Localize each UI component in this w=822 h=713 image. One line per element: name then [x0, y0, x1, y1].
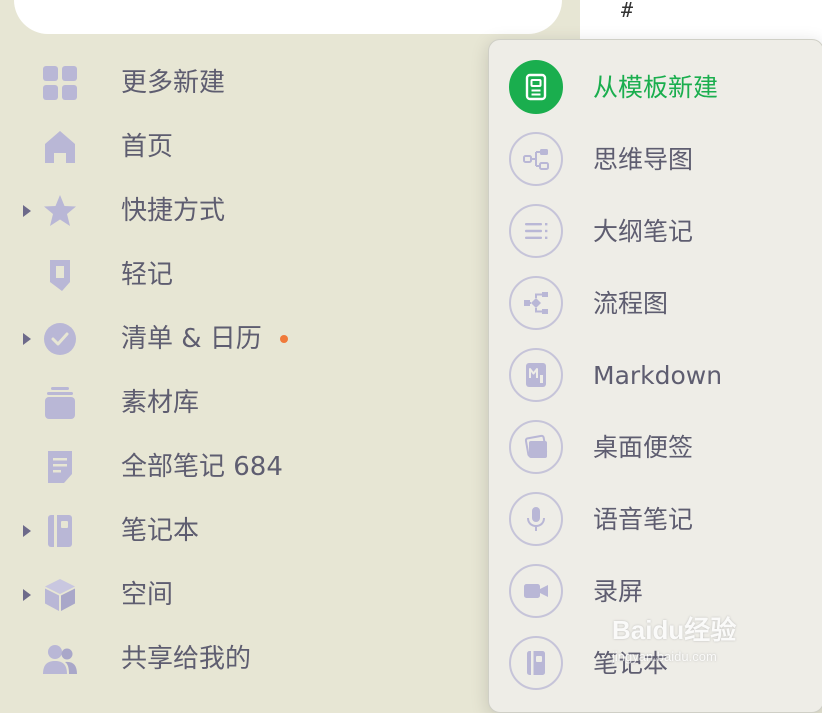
menu-item-label: 流程图	[593, 289, 669, 318]
menu-item-label: 桌面便签	[593, 433, 694, 462]
sidebar-item-label: 更多新建	[121, 68, 226, 98]
sidebar-item-label: 素材库	[121, 388, 200, 418]
sidebar-item-label: 全部笔记 684	[121, 452, 283, 482]
quick-note-icon	[42, 258, 78, 292]
video-camera-icon	[509, 564, 563, 618]
menu-item-desktop-sticky[interactable]: 桌面便签	[489, 412, 822, 484]
sidebar-item-label: 轻记	[121, 260, 174, 290]
sidebar-item-notebooks[interactable]: 笔记本	[0, 499, 480, 563]
sidebar-item-shortcuts[interactable]: 快捷方式	[0, 179, 480, 243]
cube-icon	[42, 578, 78, 612]
check-circle-icon	[42, 322, 78, 356]
people-icon	[42, 642, 78, 676]
sidebar-item-todo-calendar[interactable]: 清单 & 日历	[0, 307, 480, 371]
menu-item-label: 大纲笔记	[593, 217, 694, 246]
menu-item-label: 录屏	[593, 577, 644, 606]
sidebar-item-label: 笔记本	[121, 516, 200, 546]
sidebar-item-more-new[interactable]: 更多新建	[0, 51, 480, 115]
menu-item-label: 从模板新建	[593, 73, 719, 102]
star-icon	[42, 194, 78, 228]
menu-item-markdown[interactable]: Markdown	[489, 340, 822, 412]
sticky-note-icon	[509, 420, 563, 474]
notification-dot	[280, 335, 288, 343]
flowchart-icon	[509, 276, 563, 330]
menu-item-voice-note[interactable]: 语音笔记	[489, 484, 822, 556]
top-card	[14, 0, 562, 34]
sidebar-item-label: 首页	[121, 132, 174, 162]
sidebar-item-spaces[interactable]: 空间	[0, 563, 480, 627]
sidebar-item-shared-with-me[interactable]: 共享给我的	[0, 627, 480, 691]
sidebar-item-label: 清单 & 日历	[121, 324, 262, 354]
menu-item-label: 语音笔记	[593, 505, 694, 534]
menu-item-mindmap[interactable]: 思维导图	[489, 124, 822, 196]
expand-caret-icon[interactable]	[23, 205, 31, 217]
note-doc-icon	[42, 450, 78, 484]
hash-symbol: #	[621, 0, 634, 22]
sidebar-item-label: 空间	[121, 580, 174, 610]
microphone-icon	[509, 492, 563, 546]
expand-caret-icon[interactable]	[23, 333, 31, 345]
sidebar-item-label: 共享给我的	[121, 644, 252, 674]
sidebar-item-all-notes[interactable]: 全部笔记 684	[0, 435, 480, 499]
sidebar-item-home[interactable]: 首页	[0, 115, 480, 179]
stack-icon	[42, 386, 78, 420]
menu-item-label: Markdown	[593, 361, 723, 390]
sidebar-item-materials[interactable]: 素材库	[0, 371, 480, 435]
notebook-icon	[509, 636, 563, 690]
home-icon	[42, 130, 78, 164]
menu-item-from-template[interactable]: 从模板新建	[489, 52, 822, 124]
sidebar-item-quick-note[interactable]: 轻记	[0, 243, 480, 307]
new-note-menu: 从模板新建 思维导图 大纲笔记 流程图 Markdown 桌面便签 语音笔记 录…	[488, 39, 822, 713]
markdown-icon	[509, 348, 563, 402]
menu-item-label: 笔记本	[593, 649, 669, 678]
menu-item-notebook[interactable]: 笔记本	[489, 628, 822, 700]
menu-item-screen-record[interactable]: 录屏	[489, 556, 822, 628]
mindmap-icon	[509, 132, 563, 186]
menu-item-flowchart[interactable]: 流程图	[489, 268, 822, 340]
expand-caret-icon[interactable]	[23, 525, 31, 537]
expand-caret-icon[interactable]	[23, 589, 31, 601]
notebook-icon	[42, 514, 78, 548]
menu-item-outline[interactable]: 大纲笔记	[489, 196, 822, 268]
template-icon	[509, 60, 563, 114]
outline-icon	[509, 204, 563, 258]
menu-item-label: 思维导图	[593, 145, 694, 174]
sidebar-item-label: 快捷方式	[121, 196, 226, 226]
grid-icon	[42, 66, 78, 100]
